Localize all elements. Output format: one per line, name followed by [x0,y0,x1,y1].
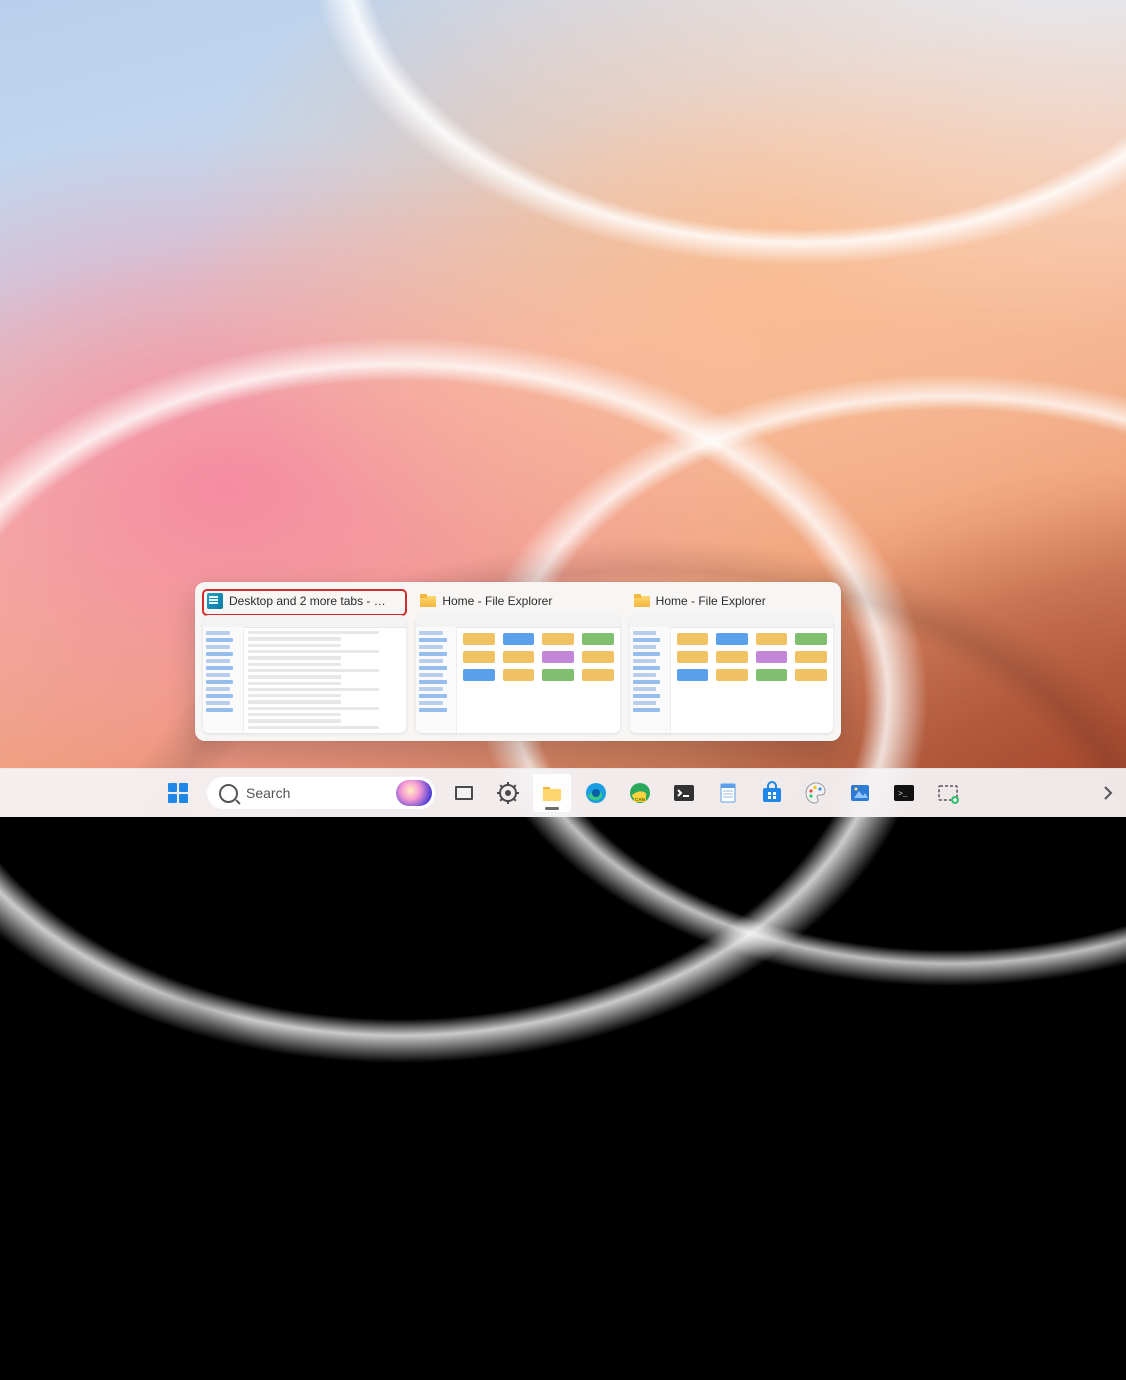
cmd-icon: >_ [892,781,916,805]
taskbar-notepad[interactable] [708,773,748,813]
taskbar-task-view[interactable] [444,773,484,813]
show-hidden-icons-chevron[interactable] [1096,781,1120,805]
taskbar-cmd[interactable]: >_ [884,773,924,813]
window-preview-title: Home - File Explorer [656,594,827,608]
edge-icon [584,781,608,805]
window-preview-card[interactable]: Home - File Explorer [416,590,619,733]
window-preview-card[interactable]: Home - File Explorer [630,590,833,733]
gear-icon [496,781,520,805]
folder-icon [540,781,564,805]
snip-icon [936,781,960,805]
start-button[interactable] [158,773,198,813]
windows-icon [168,783,188,803]
taskbar-file-explorer[interactable] [532,773,572,813]
taskbar: Search CAN >_ [0,768,1126,817]
window-preview-header: Home - File Explorer [630,590,833,615]
search-icon [219,784,238,803]
window-preview-title: Home - File Explorer [442,594,613,608]
window-preview-thumbnail [203,615,406,733]
window-preview-card[interactable]: Desktop and 2 more tabs - … [203,590,406,733]
search-highlight-orb [396,780,432,806]
taskbar-snipping-tool[interactable] [928,773,968,813]
window-preview-header: Desktop and 2 more tabs - … [203,590,406,615]
notepad-icon [716,781,740,805]
taskbar-edge[interactable] [576,773,616,813]
terminal-icon [672,781,696,805]
window-preview-title: Desktop and 2 more tabs - … [229,594,400,608]
window-preview-header: Home - File Explorer [416,590,619,615]
photos-icon [848,781,872,805]
window-preview-thumbnail [416,615,619,733]
folder-icon [420,593,436,609]
taskbar-preview-flyout: Desktop and 2 more tabs - … Home - File E… [195,582,841,741]
taskview-icon [452,781,476,805]
store-icon [760,781,784,805]
edgecan-icon: CAN [628,781,652,805]
taskbar-terminal[interactable] [664,773,704,813]
window-preview-thumbnail [630,615,833,733]
taskbar-store[interactable] [752,773,792,813]
folder-icon [634,593,650,609]
svg-text:>_: >_ [898,790,908,799]
taskbar-settings[interactable] [488,773,528,813]
taskbar-paint[interactable] [796,773,836,813]
paint-icon [804,781,828,805]
taskbar-edge-canary[interactable]: CAN [620,773,660,813]
search-placeholder: Search [246,785,290,801]
taskbar-photos[interactable] [840,773,880,813]
svg-text:CAN: CAN [635,797,645,802]
desktop-tabs-icon [207,593,223,609]
taskbar-search[interactable]: Search [206,776,436,810]
